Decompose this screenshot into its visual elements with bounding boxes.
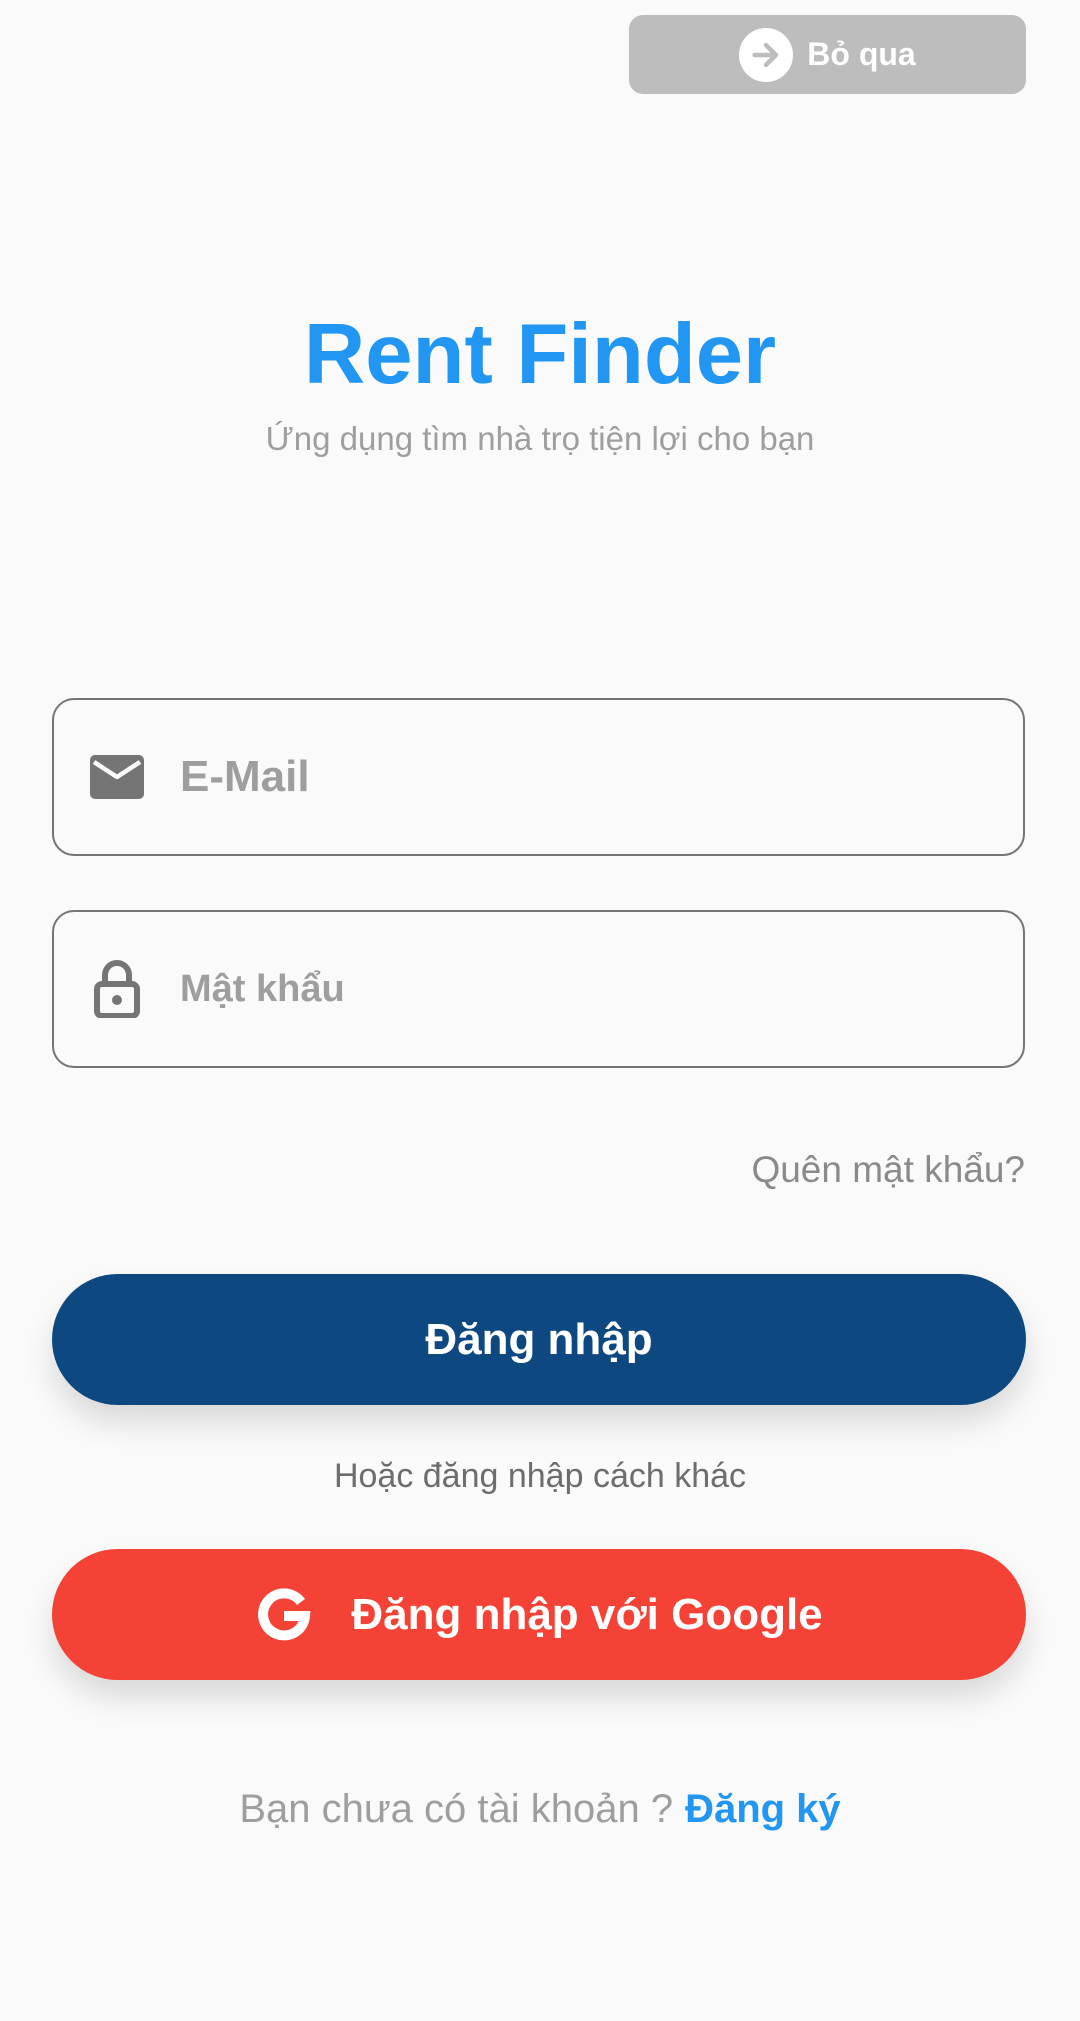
google-login-label: Đăng nhập với Google — [351, 1589, 823, 1639]
forgot-password-link[interactable]: Quên mật khẩu? — [751, 1146, 1025, 1194]
login-button[interactable]: Đăng nhập — [52, 1274, 1026, 1405]
arrow-right-circle-icon — [739, 27, 794, 82]
google-icon — [255, 1586, 313, 1644]
email-field[interactable] — [52, 698, 1025, 856]
signup-prompt: Bạn chưa có tài khoản ? — [239, 1787, 674, 1831]
lock-icon — [54, 960, 180, 1018]
alt-login-text: Hoặc đăng nhập cách khác — [333, 1457, 747, 1495]
google-login-button[interactable]: Đăng nhập với Google — [52, 1549, 1026, 1680]
signup-link[interactable]: Đăng ký — [685, 1787, 841, 1831]
email-input[interactable] — [180, 700, 1023, 854]
password-field[interactable] — [52, 910, 1025, 1068]
app-title: Rent Finder — [303, 307, 777, 402]
skip-label: Bỏ qua — [807, 36, 916, 72]
signup-row: Bạn chưa có tài khoản ? Đăng ký — [0, 1783, 1080, 1835]
mail-icon — [54, 755, 180, 799]
app-subtitle: Ứng dụng tìm nhà trọ tiện lợi cho bạn — [265, 420, 815, 457]
password-input[interactable] — [180, 912, 1023, 1066]
skip-button[interactable]: Bỏ qua — [629, 15, 1026, 94]
